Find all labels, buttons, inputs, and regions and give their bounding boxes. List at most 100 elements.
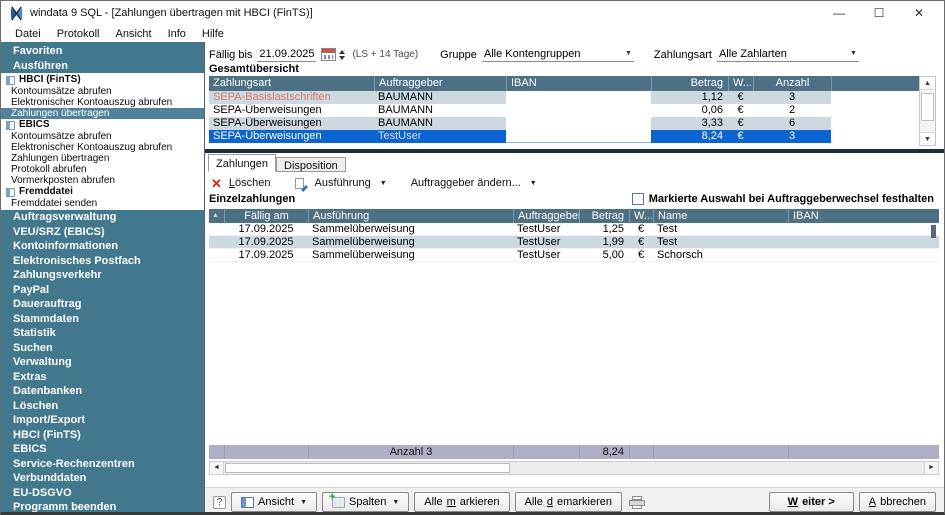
table-row[interactable]: SEPA-Basislastschriften BAUMANN 1,12 € 3 [209,91,831,104]
scroll-up-icon[interactable]: ▲ [920,77,935,90]
menu-ansicht[interactable]: Ansicht [107,27,159,41]
next-button[interactable]: Weiter > [769,492,854,512]
deselect-all-button[interactable]: Alle demarkieren [515,492,623,512]
sidebar-item-datenbanken[interactable]: Datenbanken [1,384,204,399]
tree-item-vormerkposten-abrufen[interactable]: Vormerkposten abrufen [1,175,204,186]
col-waehrung[interactable]: W... [728,76,753,91]
col-waehrung[interactable]: W... [629,209,653,223]
col-ausfuehrung[interactable]: Ausführung [308,209,513,223]
scroll-down-icon[interactable]: ▼ [920,132,935,145]
col-betrag[interactable]: Betrag [579,209,629,223]
tree-item-kontoumsaetze-abrufen-ebics[interactable]: Kontoumsätze abrufen [1,131,204,142]
sidebar-item-programm-beenden[interactable]: Programm beenden [1,500,204,515]
tab-disposition[interactable]: Disposition [276,157,346,172]
sidebar-item-verwaltung[interactable]: Verwaltung [1,355,204,370]
close-icon[interactable]: ✕ [906,6,932,20]
cancel-button[interactable]: Abbrechen [859,492,936,512]
paytype-select[interactable]: Alle Zahlarten▼ [717,48,859,62]
sidebar-item-veu-srz[interactable]: VEU/SRZ (EBICS) [1,225,204,240]
tree-group-ebics[interactable]: EBICS [1,119,204,131]
printer-icon[interactable] [629,496,645,509]
chevron-down-icon: ▼ [300,499,307,506]
sidebar-item-hbci-fints[interactable]: HBCI (FinTS) [1,428,204,443]
sidebar-item-dauerauftrag[interactable]: Dauerauftrag [1,297,204,312]
sidebar-tree: HBCI (FinTS) Kontoumsätze abrufen Elektr… [1,73,204,210]
menu-info[interactable]: Info [160,27,194,41]
calendar-icon[interactable] [321,48,336,61]
scroll-right-icon[interactable]: ► [924,462,938,474]
table-row-selected[interactable]: SEPA-Überweisungen TestUser 8,24 € 3 [209,130,831,143]
scroll-left-icon[interactable]: ◄ [210,462,224,474]
menu-protokoll[interactable]: Protokoll [49,27,108,41]
col-faellig-am[interactable]: Fällig am [224,209,308,223]
pane-divider [205,149,944,153]
due-date-field[interactable]: 21.09.2025 [257,48,316,62]
table-row[interactable]: SEPA-Überweisungen BAUMANN 3,33 € 6 [209,117,831,130]
tree-item-elektronischer-kontoauszug-ebics[interactable]: Elektronischer Kontoauszug abrufen [1,142,204,153]
scrollbar-thumb[interactable] [921,93,934,121]
tab-zahlungen[interactable]: Zahlungen [208,154,276,172]
minimize-icon[interactable]: — [826,6,852,20]
sidebar-item-statistik[interactable]: Statistik [1,326,204,341]
col-iban[interactable]: IBAN [506,76,651,91]
tree-group-fremddatei[interactable]: Fremddatei [1,186,204,198]
horizontal-scrollbar[interactable]: ◄ ► [209,461,939,475]
tree-item-kontoumsaetze-abrufen[interactable]: Kontoumsätze abrufen [1,86,204,97]
spin-up-icon[interactable] [339,50,345,54]
table-row[interactable]: SEPA-Überweisungen BAUMANN 0,06 € 2 [209,104,831,117]
sidebar-item-extras[interactable]: Extras [1,370,204,385]
date-spinner[interactable] [339,50,345,60]
col-anzahl[interactable]: Anzahl [753,76,831,91]
help-icon[interactable]: ? [213,496,226,509]
col-name[interactable]: Name [653,209,788,223]
sidebar-item-verbunddaten[interactable]: Verbunddaten [1,471,204,486]
col-betrag[interactable]: Betrag [651,76,728,91]
sidebar-item-zahlungsverkehr[interactable]: Zahlungsverkehr [1,268,204,283]
group-select[interactable]: Alle Kontengruppen▼ [482,48,634,62]
tree-item-fremddatei-senden[interactable]: Fremddatei senden [1,198,204,209]
chevron-down-icon[interactable]: ▼ [530,180,537,187]
col-iban[interactable]: IBAN [788,209,939,223]
sidebar-item-favoriten[interactable]: Favoriten [1,44,204,59]
tree-item-zahlungen-uebertragen-selected[interactable]: Zahlungen übertragen [1,108,204,119]
list-item[interactable]: 17.09.2025 Sammelüberweisung TestUser 1,… [209,236,939,249]
tree-group-hbci[interactable]: HBCI (FinTS) [1,74,204,86]
tree-item-elektronischer-kontoauszug[interactable]: Elektronischer Kontoauszug abrufen [1,97,204,108]
tree-item-zahlungen-uebertragen-ebics[interactable]: Zahlungen übertragen [1,153,204,164]
sidebar-item-ausfuehren[interactable]: Ausführen [1,59,204,74]
cell-auftraggeber: TestUser [513,223,579,235]
chevron-down-icon[interactable]: ▼ [380,180,387,187]
delete-button[interactable]: Löschen [229,177,271,189]
change-principal-button[interactable]: Auftraggeber ändern... [411,177,521,189]
maximize-icon[interactable]: ☐ [866,6,892,20]
sidebar-item-kontoinformationen[interactable]: Kontoinformationen [1,239,204,254]
col-zahlungsart[interactable]: Zahlungsart [209,76,374,91]
sidebar-item-stammdaten[interactable]: Stammdaten [1,312,204,327]
overview-scrollbar[interactable]: ▲ ▼ [919,76,936,146]
sidebar-item-loeschen[interactable]: Löschen [1,399,204,414]
sidebar-item-import-export[interactable]: Import/Export [1,413,204,428]
sidebar-item-paypal[interactable]: PayPal [1,283,204,298]
sidebar-item-suchen[interactable]: Suchen [1,341,204,356]
list-item[interactable]: 17.09.2025 Sammelüberweisung TestUser 5,… [209,249,939,262]
menu-hilfe[interactable]: Hilfe [194,27,232,41]
sidebar-item-elektronisches-postfach[interactable]: Elektronisches Postfach [1,254,204,269]
sort-asc-icon[interactable]: ▲ [209,209,224,223]
col-auftraggeber[interactable]: Auftraggeber [513,209,579,223]
col-auftraggeber[interactable]: Auftraggeber [374,76,506,91]
view-button[interactable]: Ansicht ▼ [231,492,317,512]
payments-scrollbar-thumb[interactable] [931,225,936,238]
tree-item-protokoll-abrufen[interactable]: Protokoll abrufen [1,164,204,175]
sidebar-item-service-rechenzentren[interactable]: Service-Rechenzentren [1,457,204,472]
select-all-button[interactable]: Alle markieren [414,492,509,512]
keep-selection-checkbox[interactable] [632,193,644,205]
spin-down-icon[interactable] [339,56,345,60]
execute-button[interactable]: Ausführung [315,177,371,189]
menu-datei[interactable]: Datei [7,27,49,41]
sidebar-item-auftragsverwaltung[interactable]: Auftragsverwaltung [1,210,204,225]
columns-button[interactable]: Spalten ▼ [322,492,409,512]
list-item[interactable]: 17.09.2025 Sammelüberweisung TestUser 1,… [209,223,939,236]
scrollbar-thumb[interactable] [225,463,510,473]
sidebar-item-eu-dsgvo[interactable]: EU-DSGVO [1,486,204,501]
sidebar-item-ebics[interactable]: EBICS [1,442,204,457]
